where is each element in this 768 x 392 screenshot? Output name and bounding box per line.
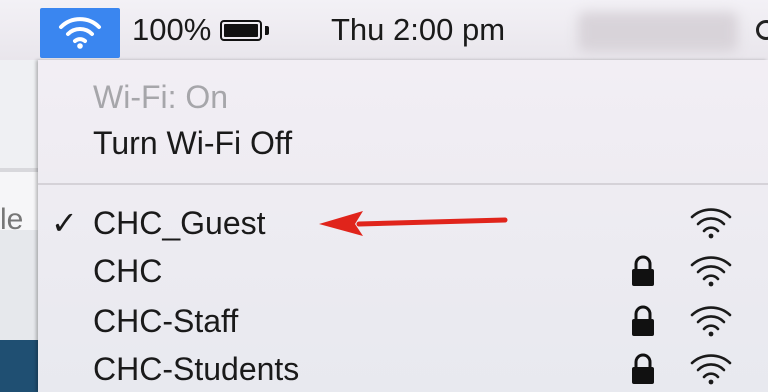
spotlight-icon[interactable] bbox=[756, 20, 768, 40]
wifi-signal-icon bbox=[690, 354, 732, 385]
network-name: CHC-Students bbox=[93, 351, 300, 387]
menu-bar: 100% Thu 2:00 pm bbox=[0, 0, 768, 60]
battery-percent[interactable]: 100% bbox=[132, 12, 211, 48]
lock-icon bbox=[632, 353, 654, 384]
checkmark-icon: ✓ bbox=[51, 205, 78, 241]
user-name-blurred[interactable] bbox=[578, 12, 738, 52]
bg-band-top bbox=[0, 60, 38, 168]
wifi-dropdown-menu: Wi-Fi: On Turn Wi-Fi Off ✓ CHC_Guest CHC bbox=[38, 60, 768, 392]
network-name: CHC_Guest bbox=[93, 205, 266, 241]
wifi-icon bbox=[59, 17, 101, 49]
turn-wifi-off-item[interactable]: Turn Wi-Fi Off bbox=[38, 118, 768, 166]
battery-level-fill bbox=[224, 24, 258, 37]
background-window-text: le bbox=[0, 203, 24, 236]
wifi-signal-icon bbox=[690, 306, 732, 337]
bg-band-low bbox=[0, 230, 38, 340]
network-item-chc[interactable]: CHC bbox=[38, 246, 768, 294]
network-item-chc-staff[interactable]: CHC-Staff bbox=[38, 296, 768, 344]
annotation-arrow-icon bbox=[319, 211, 508, 236]
battery-icon[interactable] bbox=[220, 20, 262, 41]
lock-icon bbox=[632, 305, 654, 336]
menubar-clock[interactable]: Thu 2:00 pm bbox=[331, 12, 505, 48]
battery-tip bbox=[265, 26, 269, 35]
lock-icon bbox=[632, 255, 654, 286]
wifi-signal-icon bbox=[690, 256, 732, 287]
turn-wifi-off-label: Turn Wi-Fi Off bbox=[93, 125, 293, 161]
network-name: CHC-Staff bbox=[93, 303, 239, 339]
wifi-status-item: Wi-Fi: On bbox=[38, 72, 768, 120]
wifi-signal-icon bbox=[690, 208, 732, 239]
network-name: CHC bbox=[93, 253, 163, 289]
bg-band-dark bbox=[0, 340, 38, 392]
wifi-status-label: Wi-Fi: On bbox=[93, 79, 229, 115]
network-item-chc-students[interactable]: CHC-Students bbox=[38, 344, 768, 392]
wifi-menubar-button[interactable] bbox=[40, 8, 120, 58]
menu-separator bbox=[38, 183, 768, 185]
